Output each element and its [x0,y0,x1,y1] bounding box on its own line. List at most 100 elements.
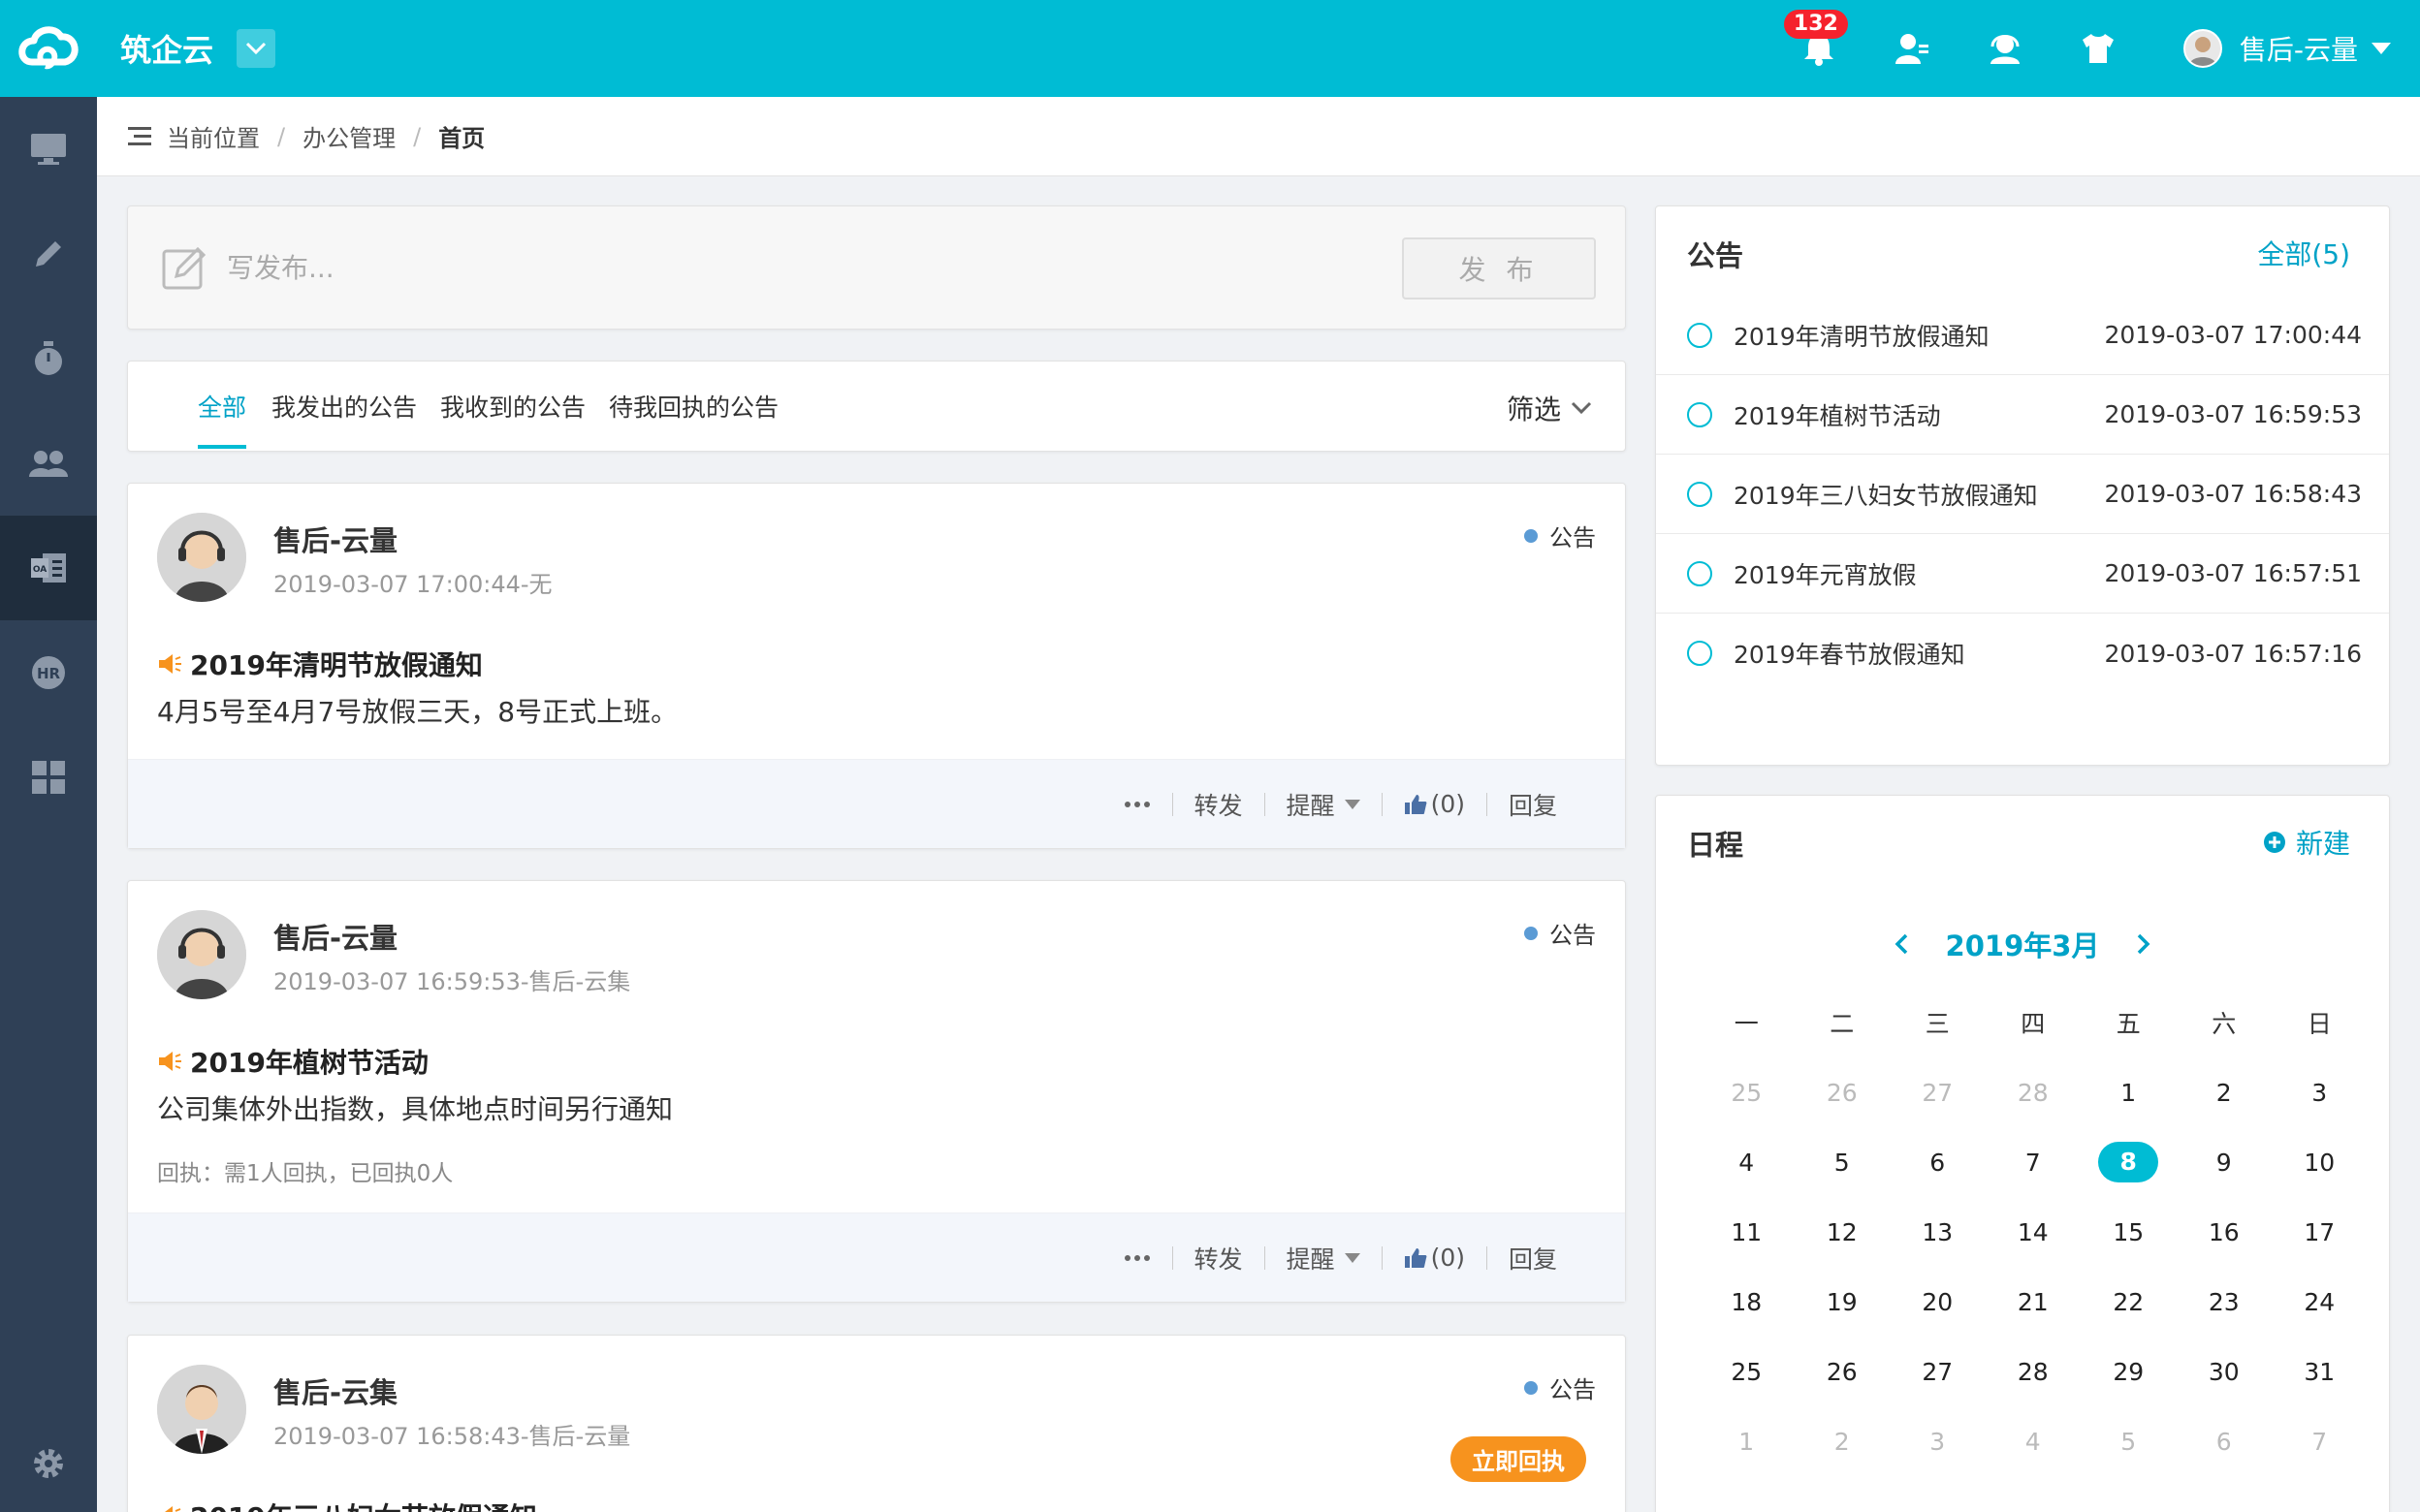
calendar-day[interactable]: 31 [2272,1358,2368,1386]
calendar-day[interactable]: 6 [1890,1149,1986,1177]
calendar-day[interactable]: 22 [2081,1288,2177,1316]
calendar-day[interactable]: 12 [1795,1218,1891,1246]
compose-input[interactable] [227,243,1449,292]
calendar-day[interactable]: 28 [1986,1079,2082,1107]
calendar-day[interactable]: 2 [1795,1428,1891,1456]
sidebar-item-write[interactable] [0,202,97,306]
like-button[interactable]: (0) [1383,1244,1486,1272]
list-item[interactable]: 2019年三八妇女节放假通知 2019-03-07 16:58:43 [1656,455,2389,534]
app-switch-button[interactable] [237,29,276,68]
calendar-day[interactable]: 1 [2081,1079,2177,1107]
calendar-day[interactable]: 28 [1986,1358,2082,1386]
calendar-day-today[interactable]: 8 [2081,1142,2177,1182]
calendar-day[interactable]: 18 [1699,1288,1795,1316]
calendar-day[interactable]: 7 [1986,1149,2082,1177]
prev-month-button[interactable] [1872,932,1930,956]
more-button[interactable] [1102,801,1172,808]
reply-now-button[interactable]: 立即回执 [1450,1436,1586,1482]
calendar-day[interactable]: 27 [1890,1358,1986,1386]
list-item[interactable]: 2019年植树节活动 2019-03-07 16:59:53 [1656,375,2389,455]
post-title[interactable]: 2019年三八妇女节放假通知 [157,1496,537,1512]
reply-button[interactable]: 回复 [1487,1241,1578,1276]
calendar-day[interactable]: 7 [2272,1428,2368,1456]
calendar-day[interactable]: 11 [1699,1218,1795,1246]
post-author[interactable]: 售后-云量 [273,519,398,559]
remind-button[interactable]: 提醒 [1265,1241,1382,1276]
forward-button[interactable]: 转发 [1173,787,1264,822]
calendar-day[interactable]: 26 [1795,1079,1891,1107]
calendar-day[interactable]: 13 [1890,1218,1986,1246]
calendar-day[interactable]: 14 [1986,1218,2082,1246]
tab-pending-receipt[interactable]: 待我回执的公告 [609,389,779,427]
headset-icon [1990,35,2020,64]
sidebar-item-team[interactable] [0,411,97,516]
calendar-day[interactable]: 4 [1699,1149,1795,1177]
calendar-day[interactable]: 23 [2177,1288,2273,1316]
calendar-day[interactable]: 29 [2081,1358,2177,1386]
post-title[interactable]: 2019年清明节放假通知 [157,645,483,683]
next-month-button[interactable] [2115,932,2173,956]
sidebar-item-attendance[interactable] [0,306,97,411]
sidebar-item-apps[interactable] [0,725,97,830]
sidebar-item-office[interactable]: OA [0,516,97,620]
avatar[interactable] [157,513,246,602]
logo-icon[interactable] [0,0,97,97]
list-item[interactable]: 2019年春节放假通知 2019-03-07 16:57:16 [1656,614,2389,693]
calendar-day[interactable]: 6 [2177,1428,2273,1456]
calendar-day[interactable]: 26 [1795,1358,1891,1386]
reply-button[interactable]: 回复 [1487,787,1578,822]
notification-button[interactable]: 132 [1772,0,1865,97]
remind-button[interactable]: 提醒 [1265,787,1382,822]
breadcrumb-parent[interactable]: 办公管理 [302,119,396,153]
calendar-day[interactable]: 25 [1699,1358,1795,1386]
forward-button[interactable]: 转发 [1173,1241,1264,1276]
post-author[interactable]: 售后-云量 [273,916,398,957]
post-title[interactable]: 2019年植树节活动 [157,1042,429,1081]
post-author[interactable]: 售后-云集 [273,1370,398,1411]
calendar-day[interactable]: 25 [1699,1079,1795,1107]
calendar-day[interactable]: 1 [1699,1428,1795,1456]
calendar-day[interactable]: 2 [2177,1079,2273,1107]
avatar[interactable] [157,910,246,999]
sidebar-item-hr[interactable]: HR [0,620,97,725]
calendar-day[interactable]: 17 [2272,1218,2368,1246]
like-button[interactable]: (0) [1383,790,1486,818]
tab-received[interactable]: 我收到的公告 [440,389,586,427]
theme-button[interactable] [2052,0,2145,97]
calendar-day[interactable]: 16 [2177,1218,2273,1246]
calendar-day[interactable]: 3 [2272,1079,2368,1107]
post-title-text: 2019年清明节放假通知 [190,649,483,681]
list-item[interactable]: 2019年元宵放假 2019-03-07 16:57:51 [1656,534,2389,614]
contacts-button[interactable] [1865,0,1958,97]
publish-button[interactable]: 发 布 [1402,237,1596,299]
pen-icon [36,241,61,267]
calendar-day[interactable]: 30 [2177,1358,2273,1386]
user-name: 售后-云量 [2239,34,2358,66]
calendar-day[interactable]: 24 [2272,1288,2368,1316]
tab-all[interactable]: 全部 [198,389,246,427]
calendar-day[interactable]: 19 [1795,1288,1891,1316]
avatar[interactable] [157,1365,246,1454]
calendar-day[interactable]: 20 [1890,1288,1986,1316]
tab-sent[interactable]: 我发出的公告 [271,389,417,427]
list-item[interactable]: 2019年清明节放假通知 2019-03-07 17:00:44 [1656,296,2389,375]
support-button[interactable] [1958,0,2052,97]
sidebar-item-dashboard[interactable] [0,97,97,202]
user-menu[interactable]: 售后-云量 [2182,29,2391,68]
new-schedule-button[interactable]: 新建 [2263,823,2350,862]
calendar-day[interactable]: 27 [1890,1079,1986,1107]
calendar-day[interactable]: 3 [1890,1428,1986,1456]
calendar-day[interactable]: 10 [2272,1149,2368,1177]
calendar-day[interactable]: 4 [1986,1428,2082,1456]
notice-all-link[interactable]: 全部(5) [2257,234,2350,272]
more-button[interactable] [1102,1254,1172,1262]
post-actions: 转发 提醒 (0) 回复 [128,1213,1625,1302]
calendar-day[interactable]: 15 [2081,1218,2177,1246]
sidebar-item-settings[interactable] [0,1425,97,1502]
calendar-day[interactable]: 5 [2081,1428,2177,1456]
calendar-day[interactable]: 5 [1795,1149,1891,1177]
calendar-day[interactable]: 9 [2177,1149,2273,1177]
filter-dropdown[interactable]: 筛选 [1507,389,1592,427]
calendar-day[interactable]: 21 [1986,1288,2082,1316]
calendar-grid: 一 二 三 四 五 六 日 25 26 27 28 1 2 3 4 5 6 7 … [1699,988,2368,1476]
